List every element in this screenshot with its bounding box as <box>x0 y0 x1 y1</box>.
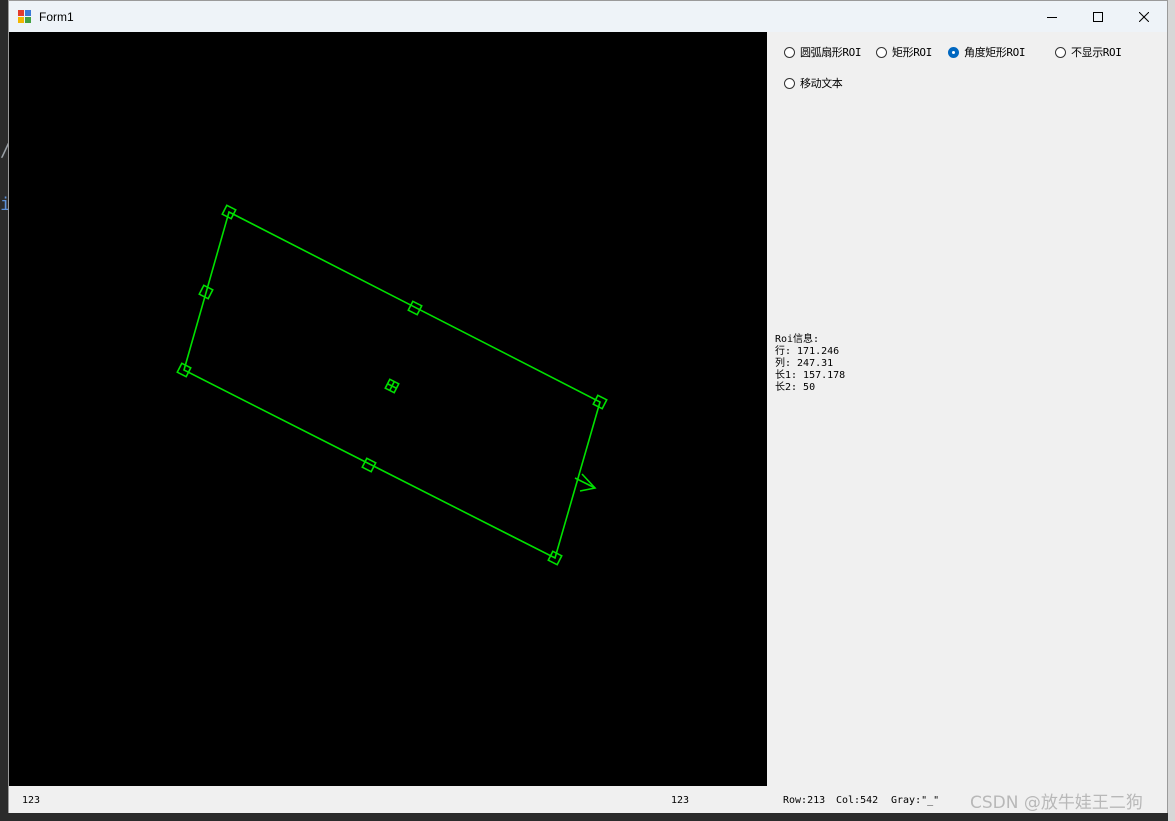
radio-indicator <box>876 46 887 58</box>
radio-label: 矩形ROI <box>892 46 932 59</box>
close-button[interactable] <box>1121 1 1167 32</box>
status-left-label: 123 <box>22 795 41 806</box>
close-icon <box>1139 11 1149 22</box>
radio-indicator <box>1055 46 1066 58</box>
radio-label: 不显示ROI <box>1071 46 1122 59</box>
roi-info-col: 列: 247.31 <box>775 358 834 369</box>
radio-angled-rectangle-roi[interactable]: 角度矩形ROI <box>948 44 1025 60</box>
minimize-icon <box>1047 16 1057 18</box>
roi-info-row: 行: 171.246 <box>775 346 840 357</box>
window-title: Form1 <box>39 9 74 24</box>
roi-info-heading: Roi信息: <box>775 334 820 345</box>
roi-handle-edge[interactable] <box>361 457 377 473</box>
radio-rectangle-roi[interactable]: 矩形ROI <box>876 44 932 60</box>
roi-info-panel: Roi信息: 行: 171.246 列: 247.31 长1: 157.178 长2: … <box>775 334 845 394</box>
roi-center-handle[interactable] <box>384 378 400 394</box>
minimize-button[interactable] <box>1029 1 1075 32</box>
form-window: Form1 圆弧扇形ROI 矩形ROI 角度矩形ROI 不显示ROI 移动文本 … <box>8 0 1168 813</box>
radio-label: 移动文本 <box>800 77 843 90</box>
radio-indicator <box>948 46 959 58</box>
status-col: Col:542 <box>836 795 879 806</box>
radio-label: 角度矩形ROI <box>964 46 1026 59</box>
status-row: Row:213 <box>783 795 826 806</box>
radio-arc-sector-roi[interactable]: 圆弧扇形ROI <box>784 44 861 60</box>
maximize-icon <box>1093 11 1103 22</box>
app-icon <box>18 9 32 24</box>
title-bar[interactable]: Form1 <box>9 1 1167 32</box>
watermark: CSDN @放牛娃王二狗 <box>970 793 1143 813</box>
background-strip <box>1168 0 1175 821</box>
control-panel: 圆弧扇形ROI 矩形ROI 角度矩形ROI 不显示ROI 移动文本 Roi信息:… <box>767 32 1167 786</box>
status-gray: Gray:"_" <box>891 795 940 806</box>
status-middle-label: 123 <box>671 795 690 806</box>
radio-label: 圆弧扇形ROI <box>800 46 862 59</box>
background-strip <box>0 813 1175 821</box>
roi-overlay[interactable] <box>9 32 767 786</box>
background-editor-strip: / i <box>0 0 11 821</box>
maximize-button[interactable] <box>1075 1 1121 32</box>
roi-info-length1: 长1: 157.178 <box>775 370 846 381</box>
radio-indicator <box>784 46 795 58</box>
image-canvas[interactable] <box>9 32 767 786</box>
radio-indicator <box>784 77 795 89</box>
roi-info-length2: 长2: 50 <box>775 382 816 393</box>
radio-move-text[interactable]: 移动文本 <box>784 75 843 91</box>
radio-hide-roi[interactable]: 不显示ROI <box>1055 44 1122 60</box>
